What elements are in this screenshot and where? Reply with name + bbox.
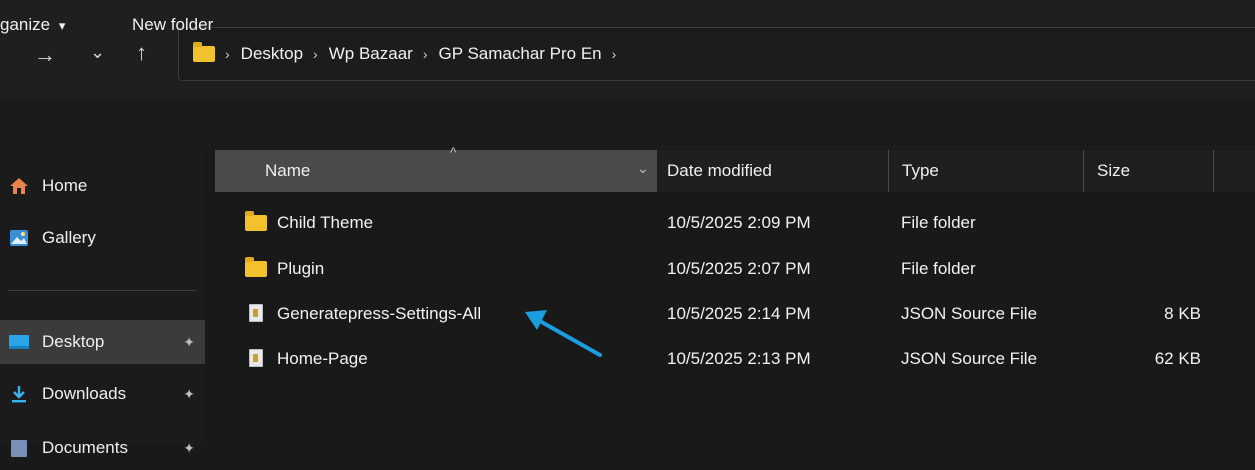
sidebar-item-label: Documents: [42, 438, 128, 457]
sidebar-item-home[interactable]: Home: [0, 164, 205, 208]
breadcrumb-desktop[interactable]: Desktop: [241, 44, 303, 64]
sidebar-item-label: Desktop: [42, 332, 105, 351]
file-size: 8 KB: [1164, 304, 1201, 323]
sidebar-divider: [8, 290, 196, 291]
json-file-icon: [249, 304, 263, 322]
folder-icon: [245, 211, 267, 231]
breadcrumb-separator[interactable]: ›: [612, 46, 617, 62]
organize-label: ganize: [0, 15, 51, 34]
folder-icon: [245, 257, 267, 277]
up-button[interactable]: ↑: [136, 42, 147, 64]
file-type: File folder: [901, 259, 976, 278]
forward-button[interactable]: →: [34, 44, 56, 66]
pin-icon[interactable]: ✦: [183, 386, 195, 403]
breadcrumb-gp-samachar[interactable]: GP Samachar Pro En: [438, 44, 601, 64]
file-date: 10/5/2025 2:14 PM: [667, 304, 811, 323]
file-date: 10/5/2025 2:13 PM: [667, 349, 811, 368]
column-separator[interactable]: [1213, 150, 1214, 192]
column-separator[interactable]: [1083, 150, 1084, 192]
column-separator[interactable]: [888, 150, 889, 192]
file-type: JSON Source File: [901, 349, 1038, 368]
sidebar-item-label: Gallery: [42, 228, 96, 247]
download-icon: [8, 384, 30, 404]
recent-locations-button[interactable]: ⌄: [90, 43, 105, 61]
sort-ascending-icon: ^: [450, 144, 457, 160]
column-header-size[interactable]: Size: [1097, 161, 1130, 181]
breadcrumb-separator[interactable]: ›: [313, 46, 318, 62]
json-file-icon: [249, 349, 263, 367]
gallery-icon: [8, 228, 30, 248]
folder-icon: [193, 42, 215, 62]
column-header-name-label: Name: [265, 161, 311, 180]
chevron-down-icon[interactable]: ⌄: [637, 160, 649, 177]
desktop-icon: [8, 332, 30, 352]
file-name: Plugin: [277, 259, 325, 278]
file-name: Generatepress-Settings-All: [277, 304, 482, 323]
sidebar-item-desktop[interactable]: Desktop ✦: [0, 320, 205, 364]
file-date: 10/5/2025 2:07 PM: [667, 259, 811, 278]
pin-icon[interactable]: ✦: [183, 334, 195, 351]
file-date: 10/5/2025 2:09 PM: [667, 213, 811, 232]
sidebar-item-downloads[interactable]: Downloads ✦: [0, 372, 205, 416]
sidebar-item-gallery[interactable]: Gallery: [0, 216, 205, 260]
file-row-home-page[interactable]: Home-Page 10/5/2025 2:13 PM JSON Source …: [215, 340, 1255, 376]
column-separator[interactable]: [656, 150, 657, 192]
pin-icon[interactable]: ✦: [183, 440, 195, 457]
command-bar: [0, 100, 1255, 150]
home-icon: [8, 176, 30, 196]
navigation-pane: Home Gallery Desktop ✦ Downloads ✦ Docum…: [0, 150, 205, 457]
file-type: JSON Source File: [901, 304, 1038, 323]
breadcrumb-separator[interactable]: ›: [423, 46, 428, 62]
sidebar-item-label: Downloads: [42, 384, 127, 403]
column-header-type[interactable]: Type: [902, 161, 939, 181]
file-row-generatepress-settings[interactable]: Generatepress-Settings-All 10/5/2025 2:1…: [215, 295, 1255, 331]
documents-icon: [8, 438, 30, 458]
chevron-down-icon: ▾: [58, 18, 66, 33]
file-row-child-theme[interactable]: Child Theme 10/5/2025 2:09 PM File folde…: [215, 204, 1255, 240]
sidebar-item-label: Home: [42, 176, 88, 195]
breadcrumb-wp-bazaar[interactable]: Wp Bazaar: [329, 44, 413, 64]
file-type: File folder: [901, 213, 976, 232]
address-bar[interactable]: › Desktop › Wp Bazaar › GP Samachar Pro …: [178, 27, 1255, 81]
file-name: Child Theme: [277, 213, 374, 232]
column-header-date[interactable]: Date modified: [667, 161, 772, 181]
file-size: 62 KB: [1154, 349, 1201, 368]
breadcrumb-separator[interactable]: ›: [225, 46, 230, 62]
file-row-plugin[interactable]: Plugin 10/5/2025 2:07 PM File folder: [215, 250, 1255, 286]
file-name: Home-Page: [277, 349, 368, 368]
new-folder-button[interactable]: New folder: [132, 15, 213, 35]
organize-button[interactable]: ganize ▾: [0, 15, 65, 35]
sidebar-item-documents[interactable]: Documents ✦: [0, 426, 205, 470]
annotation-arrow-icon: [525, 310, 602, 357]
